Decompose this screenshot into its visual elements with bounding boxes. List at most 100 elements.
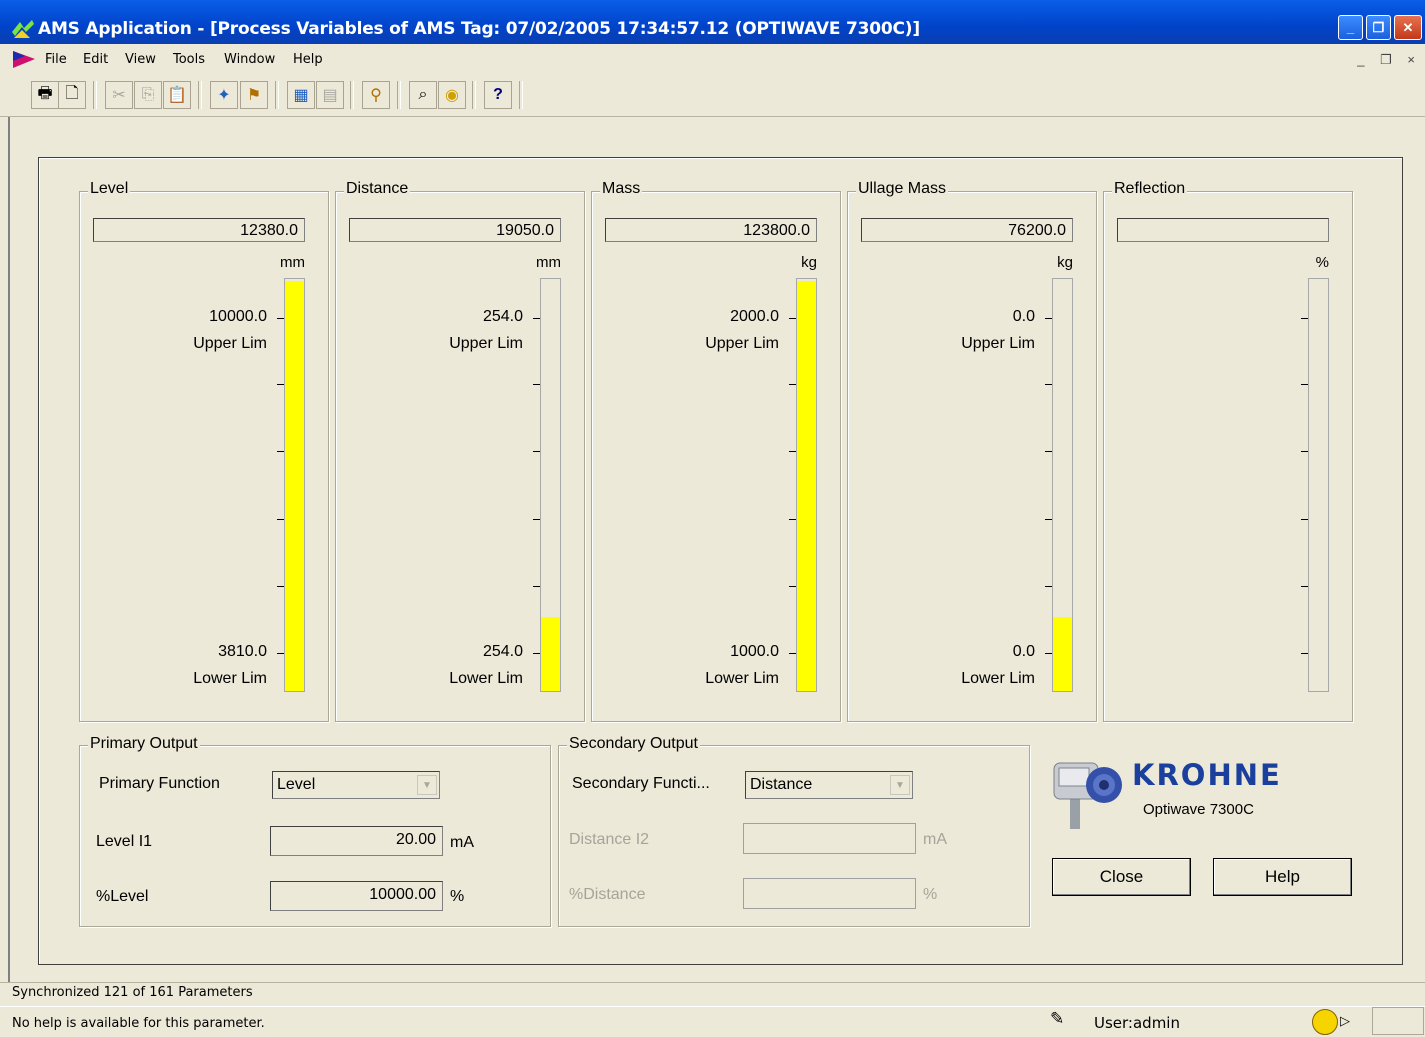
gauge-upper-label: Upper Lim bbox=[449, 335, 523, 352]
gauge-tick bbox=[789, 519, 796, 520]
primary-function-select[interactable]: Level ▼ bbox=[272, 771, 440, 799]
gauge-upper-label: Upper Lim bbox=[961, 335, 1035, 352]
ams-app-icon bbox=[12, 20, 34, 38]
print-icon[interactable]: 🖶 bbox=[31, 81, 59, 109]
menu-tools[interactable]: Tools bbox=[173, 52, 205, 67]
mdi-window-controls[interactable]: _ ❐ × bbox=[1357, 52, 1421, 68]
gauge-tick bbox=[1301, 384, 1308, 385]
level-i1-field[interactable]: 20.00 bbox=[270, 826, 443, 856]
gauge-tick bbox=[1045, 318, 1052, 319]
distance-i2-unit: mA bbox=[923, 831, 947, 848]
play-icon[interactable]: ▷ bbox=[1340, 1013, 1350, 1029]
minimize-button[interactable]: _ bbox=[1338, 15, 1363, 40]
percent-distance-unit: % bbox=[923, 886, 938, 903]
gauge-tick bbox=[1301, 519, 1308, 520]
gauge-unit: % bbox=[1315, 254, 1329, 271]
gauge-tick bbox=[1045, 519, 1052, 520]
title-bar[interactable]: AMS Application - [Process Variables of … bbox=[0, 0, 1425, 44]
gauge-tick bbox=[1301, 318, 1308, 319]
gauge-value-field: 12380.0 bbox=[93, 218, 305, 242]
gauge-upper-value: 0.0 bbox=[1012, 308, 1035, 325]
gauge-lower-value: 1000.0 bbox=[730, 643, 779, 660]
gauge-tick bbox=[789, 318, 796, 319]
device-person-icon[interactable]: ⚑ bbox=[240, 81, 268, 109]
audit-icon[interactable]: ▤ bbox=[316, 81, 344, 109]
status-bar: No help is available for this parameter.… bbox=[0, 1006, 1425, 1037]
minimize-icon: _ bbox=[1346, 20, 1355, 35]
menu-help[interactable]: Help bbox=[293, 52, 323, 67]
gauge-tick bbox=[277, 653, 284, 654]
gauge-tick bbox=[1045, 586, 1052, 587]
gauge-value-field: 76200.0 bbox=[861, 218, 1073, 242]
user-icon: ✎ bbox=[1050, 1009, 1065, 1028]
gauge-lower-label: Lower Lim bbox=[193, 670, 267, 687]
gauge-bar-track bbox=[796, 278, 817, 692]
gauge-value-field bbox=[1117, 218, 1329, 242]
gauge-upper-value: 254.0 bbox=[482, 308, 523, 325]
menu-bar: File Edit View Tools Window Help _ ❐ × bbox=[0, 44, 1425, 74]
sync-status-text: Synchronized 121 of 161 Parameters bbox=[12, 985, 253, 1000]
device-tools-icon[interactable]: ✦ bbox=[210, 81, 238, 109]
chevron-down-icon[interactable]: ▼ bbox=[417, 775, 437, 795]
gauge-tick bbox=[1045, 653, 1052, 654]
user-status-text: User:admin bbox=[1094, 1014, 1180, 1032]
level-i1-unit: mA bbox=[450, 834, 474, 851]
percent-level-field[interactable]: 10000.00 bbox=[270, 881, 443, 911]
find-icon[interactable]: ⌕ bbox=[409, 81, 437, 109]
gauge-tick bbox=[533, 519, 540, 520]
gauge-lower-value: 3810.0 bbox=[218, 643, 267, 660]
calendar-icon[interactable]: ▦ bbox=[287, 81, 315, 109]
gauge-lower-label: Lower Lim bbox=[705, 670, 779, 687]
gauge-value-field: 123800.0 bbox=[605, 218, 817, 242]
gauge-tick bbox=[277, 318, 284, 319]
gauge-lower-label: Lower Lim bbox=[449, 670, 523, 687]
secondary-output-title: Secondary Output bbox=[567, 735, 700, 753]
secondary-function-select[interactable]: Distance ▼ bbox=[745, 771, 913, 799]
gauge-title: Mass bbox=[600, 180, 643, 198]
gauge-unit: mm bbox=[280, 254, 305, 271]
gauge-upper-value: 10000.0 bbox=[209, 308, 267, 325]
device-model-label: Optiwave 7300C bbox=[1143, 801, 1254, 818]
gauge-title: Distance bbox=[344, 180, 411, 198]
cut-icon[interactable]: ✂ bbox=[105, 81, 133, 109]
gauge-tick bbox=[1301, 653, 1308, 654]
gauge-upper-value: 2000.0 bbox=[730, 308, 779, 325]
secondary-function-value: Distance bbox=[750, 776, 813, 793]
distance-i2-field bbox=[743, 823, 916, 854]
gauge-tick bbox=[533, 586, 540, 587]
alert-status-icon[interactable] bbox=[1312, 1009, 1338, 1035]
alert-icon[interactable]: ◉ bbox=[438, 81, 466, 109]
paste-icon[interactable]: 📋 bbox=[163, 81, 191, 109]
menu-file[interactable]: File bbox=[45, 52, 67, 67]
toolbar-separator bbox=[350, 81, 354, 109]
gauge-lower-value: 0.0 bbox=[1012, 643, 1035, 660]
primary-function-value: Level bbox=[277, 776, 316, 793]
percent-distance-label: %Distance bbox=[569, 886, 646, 903]
user-icon[interactable]: ⚲ bbox=[362, 81, 390, 109]
restore-button[interactable]: ❐ bbox=[1366, 15, 1391, 40]
restore-icon: ❐ bbox=[1372, 19, 1385, 35]
gauge-bar-track bbox=[540, 278, 561, 692]
copy-icon[interactable]: ⎘ bbox=[134, 81, 162, 109]
percent-level-label: %Level bbox=[96, 888, 149, 905]
primary-output-title: Primary Output bbox=[88, 735, 200, 753]
document-system-icon[interactable] bbox=[13, 51, 35, 68]
primary-function-label: Primary Function bbox=[99, 775, 220, 792]
close-window-button[interactable]: ✕ bbox=[1394, 15, 1422, 40]
print-preview-icon[interactable]: 🗋 bbox=[58, 81, 86, 109]
gauge-tick bbox=[1045, 451, 1052, 452]
menu-view[interactable]: View bbox=[125, 52, 156, 67]
gauge-unit: mm bbox=[536, 254, 561, 271]
toolbar: 🖶 🗋 ✂ ⎘ 📋 ✦ ⚑ ▦ ▤ ⚲ ⌕ ◉ ? bbox=[0, 76, 1425, 117]
menu-window[interactable]: Window bbox=[224, 52, 275, 67]
chevron-down-icon[interactable]: ▼ bbox=[890, 775, 910, 795]
gauge-upper-label: Upper Lim bbox=[705, 335, 779, 352]
gauge-tick bbox=[533, 451, 540, 452]
krohne-logo: KROHNE bbox=[1132, 758, 1282, 792]
secondary-function-label: Secondary Functi... bbox=[572, 775, 710, 792]
menu-edit[interactable]: Edit bbox=[83, 52, 108, 67]
context-help-icon[interactable]: ? bbox=[484, 81, 512, 109]
help-button[interactable]: Help bbox=[1213, 858, 1352, 896]
close-button[interactable]: Close bbox=[1052, 858, 1191, 896]
toolbar-separator bbox=[397, 81, 401, 109]
